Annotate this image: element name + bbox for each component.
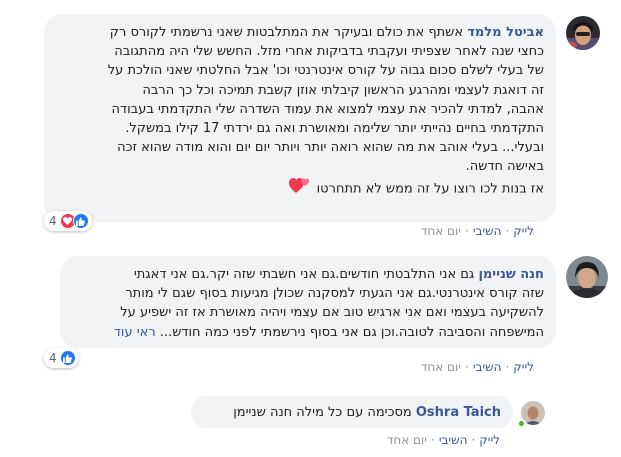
comment-timestamp[interactable]: יום אחד [421, 360, 461, 374]
like-reaction-icon [72, 213, 89, 229]
comment-bubble: חנה שניימן גם אני התלבטתי חודשים.גם אני … [60, 256, 556, 348]
comment-text-line: אז בנות לכו רוצו על זה ממש לא תתחרטו [316, 181, 544, 197]
separator-dot: · [430, 433, 435, 447]
comment-author[interactable]: Oshra Taich [416, 405, 501, 420]
comment-text-line: המישפחה והסביבה לטובה.וכן גם אני בסוף ני… [159, 324, 544, 340]
comment-author[interactable]: אביטל מלמד [467, 25, 544, 40]
comment-text-line: אשתף את כולם ובעיקר את המתלבטות שאני נרש… [109, 25, 464, 40]
separator-dot: · [505, 224, 510, 238]
comment-actions: לייק · השיבי · יום אחד [387, 433, 500, 447]
reply-action[interactable]: השיבי [473, 360, 502, 374]
online-status-dot [517, 419, 526, 428]
reaction-count: 4 [49, 214, 57, 228]
comment-text-line: התקדמתי בחיים נהייתי יותר שלימה ומאושרת … [125, 121, 544, 137]
separator-dot: · [505, 360, 510, 374]
comment-text-line: של בעלי לשלם סכום גבוה על קורס אינטרנטי … [107, 63, 544, 79]
comment-text: אביטל מלמד אשתף את כולם ובעיקר את המתלבט… [56, 23, 544, 201]
separator-dot: · [471, 433, 476, 447]
comment-text-line: להשקיעה בעצמי ואם אני ארגיש טוב אם עצמי … [120, 305, 544, 321]
comment-text-line: שזה קורס אינטרנטי.גם אני הגעתי למסקנה שכ… [125, 286, 544, 302]
see-more-link[interactable]: ראי עוד [114, 325, 156, 340]
reaction-summary[interactable]: 4 [44, 211, 92, 231]
comment-text-line: אהבה, למדתי להכיר את עצמי למצוא את עמוד … [111, 101, 544, 117]
comment-text-line: זה דואגת לעצמי ומהרגע הראשון קיבלתי אוזן… [142, 82, 544, 98]
comment-text-line: כחצי שנה לאחר שצפיתי ועקבתי בדביקות אחרי… [114, 44, 544, 60]
reply-action[interactable]: השיבי [439, 433, 468, 447]
comment-text-line: באישה חדשה. [465, 159, 544, 175]
comment-text: חנה שניימן גם אני התלבטתי חודשים.גם אני … [72, 265, 544, 342]
comment-actions: לייק · השיבי · יום אחד [421, 224, 534, 238]
comment-actions: לייק · השיבי · יום אחד [421, 360, 534, 374]
comment-timestamp[interactable]: יום אחד [387, 433, 427, 447]
reaction-summary[interactable]: 4 [44, 348, 79, 368]
two-hearts-icon [288, 177, 311, 201]
reaction-count: 4 [49, 351, 57, 365]
comment-bubble: אביטל מלמד אשתף את כולם ובעיקר את המתלבט… [44, 14, 556, 222]
separator-dot: · [464, 224, 469, 238]
like-reaction-icon [59, 350, 76, 366]
like-action[interactable]: לייק [513, 360, 534, 374]
like-action[interactable]: לייק [513, 224, 534, 238]
comment-text-line: ובעלי... בעלי אוהב את מה שהוא רואה יותר … [117, 140, 544, 156]
comment-timestamp[interactable]: יום אחד [421, 224, 461, 238]
comment-text-line: מסכימה עם כל מילה חנה שניימן [233, 405, 412, 420]
comment-text: Oshra Taich מסכימה עם כל מילה חנה שניימן [203, 403, 501, 422]
comment-author[interactable]: חנה שניימן [478, 267, 544, 282]
reply-action[interactable]: השיבי [473, 224, 502, 238]
avatar[interactable] [566, 256, 608, 298]
like-action[interactable]: לייק [479, 433, 500, 447]
avatar[interactable] [566, 16, 600, 50]
comment-bubble: Oshra Taich מסכימה עם כל מילה חנה שניימן [191, 396, 513, 428]
separator-dot: · [464, 360, 469, 374]
comment-text-line: גם אני התלבטתי חודשים.גם אני חשבתי שזה י… [133, 267, 475, 282]
